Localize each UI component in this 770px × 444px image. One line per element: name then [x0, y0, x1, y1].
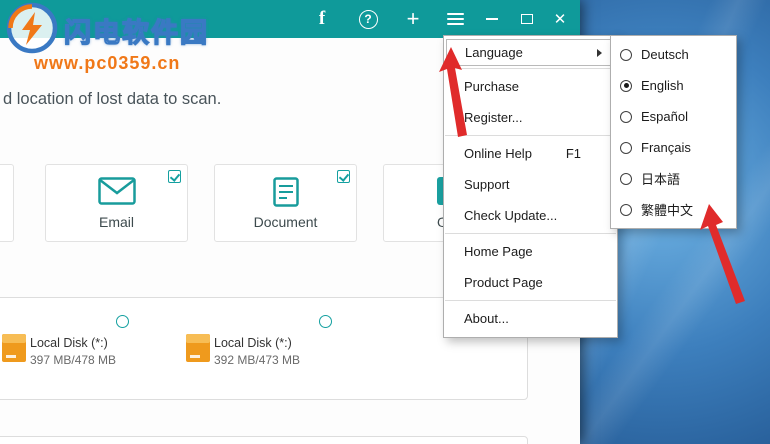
drive-icon [186, 332, 210, 369]
menu-item-about[interactable]: About... [444, 303, 617, 334]
email-icon [46, 177, 187, 205]
checkbox-checked-icon[interactable] [337, 170, 350, 183]
maximize-glyph [521, 14, 533, 24]
radio-icon [620, 110, 632, 123]
annotation-arrow-chinese-option [700, 204, 752, 311]
drive-name: Local Disk (*:) [214, 336, 292, 350]
drive-radio[interactable] [319, 315, 332, 328]
drive-item[interactable]: Local Disk (*:) 392 MB/473 MB [186, 332, 336, 372]
close-button[interactable]: ✕ [543, 0, 577, 38]
language-submenu: Deutsch English Español Français 日本語 繁體中… [610, 35, 737, 229]
checkbox-checked-icon[interactable] [168, 170, 181, 183]
watermark-site-name: 闪电软件园 [63, 17, 209, 48]
maximize-button[interactable] [510, 0, 544, 38]
language-option-english[interactable]: English [611, 70, 736, 101]
radio-icon [620, 172, 632, 185]
hamburger-menu-icon[interactable] [438, 0, 472, 38]
drive-icon [2, 332, 26, 369]
language-option-label: English [641, 78, 684, 93]
document-icon [215, 177, 356, 207]
bottom-panel [0, 436, 528, 444]
help-question-glyph: ? [358, 9, 378, 29]
drive-item[interactable]: Local Disk (*:) 397 MB/478 MB [2, 332, 152, 372]
drive-capacity: 392 MB/473 MB [214, 353, 301, 367]
drive-capacity: 397 MB/478 MB [30, 353, 117, 367]
language-option-label: Español [641, 109, 688, 124]
language-option-label: Français [641, 140, 691, 155]
annotation-arrow-language [438, 47, 474, 144]
radio-icon [620, 141, 632, 154]
menu-shortcut: F1 [565, 146, 581, 161]
menu-separator [445, 233, 616, 234]
hamburger-bars [446, 10, 464, 28]
card-label: Email [98, 214, 134, 230]
help-icon[interactable]: ? [351, 0, 385, 38]
add-icon[interactable]: + [396, 0, 430, 38]
chevron-right-icon [597, 48, 602, 57]
language-option-label: 日本語 [641, 172, 681, 187]
minimize-button[interactable] [475, 0, 509, 38]
facebook-icon[interactable]: f [305, 0, 339, 38]
language-option-deutsch[interactable]: Deutsch [611, 39, 736, 70]
site-logo-icon [4, 0, 60, 61]
minimize-glyph [486, 18, 498, 20]
language-option-label: 繁體中文 [641, 203, 694, 218]
watermark-url: www.pc0359.cn [34, 53, 181, 73]
language-option-label: Deutsch [641, 47, 689, 62]
filetype-card-document[interactable]: Document [214, 164, 357, 242]
menu-item-label: Home Page [464, 244, 533, 259]
menu-item-home-page[interactable]: Home Page [444, 236, 617, 267]
menu-item-product-page[interactable]: Product Page [444, 267, 617, 298]
filetype-card-partial[interactable] [0, 164, 14, 242]
menu-item-label: Check Update... [464, 208, 558, 223]
radio-selected-icon [620, 79, 632, 92]
menu-item-label: Online Help [464, 146, 532, 161]
menu-item-label: Product Page [464, 275, 543, 290]
menu-item-label: Support [464, 177, 510, 192]
language-option-japanese[interactable]: 日本語 [611, 163, 736, 194]
filetype-card-email[interactable]: Email [45, 164, 188, 242]
drive-radio[interactable] [116, 315, 129, 328]
language-option-espanol[interactable]: Español [611, 101, 736, 132]
screenshot-stage: f ? + ✕ d location of lost data to scan.… [0, 0, 770, 444]
page-heading: d location of lost data to scan. [3, 90, 222, 108]
menu-item-label: About... [464, 311, 509, 326]
radio-icon [620, 48, 632, 61]
card-label: Document [253, 214, 318, 230]
language-option-francais[interactable]: Français [611, 132, 736, 163]
site-watermark: 闪电软件园 www.pc0359.cn [4, 0, 209, 74]
menu-separator [445, 300, 616, 301]
drive-name: Local Disk (*:) [30, 336, 108, 350]
radio-icon [620, 203, 632, 216]
menu-item-support[interactable]: Support [444, 169, 617, 200]
menu-item-check-update[interactable]: Check Update... [444, 200, 617, 231]
